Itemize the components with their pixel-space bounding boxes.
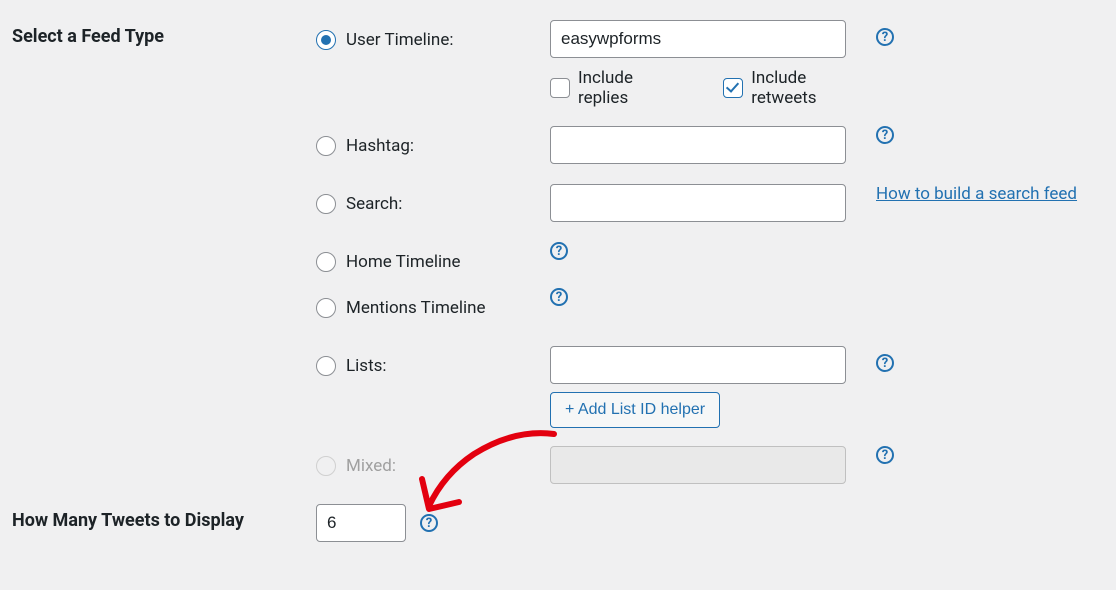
feed-type-section-label: Select a Feed Type bbox=[12, 20, 316, 47]
help-icon[interactable]: ? bbox=[876, 446, 894, 464]
help-icon[interactable]: ? bbox=[876, 28, 894, 46]
search-label: Search: bbox=[346, 194, 402, 214]
lists-input[interactable] bbox=[550, 346, 846, 384]
lists-block: Lists: + Add List ID helper ? bbox=[316, 346, 1104, 428]
mentions-timeline-radio[interactable] bbox=[316, 298, 336, 318]
home-timeline-label: Home Timeline bbox=[346, 252, 461, 272]
add-list-id-helper-button[interactable]: + Add List ID helper bbox=[550, 392, 720, 428]
help-icon[interactable]: ? bbox=[550, 242, 568, 260]
search-radio[interactable] bbox=[316, 194, 336, 214]
tweet-count-section-label: How Many Tweets to Display bbox=[12, 504, 316, 531]
help-icon[interactable]: ? bbox=[550, 288, 568, 306]
home-timeline-radio[interactable] bbox=[316, 252, 336, 272]
include-retweets-label: Include retweets bbox=[751, 68, 860, 108]
include-replies-label: Include replies bbox=[578, 68, 673, 108]
mixed-input bbox=[550, 446, 846, 484]
user-timeline-block: User Timeline: Include replies Include r… bbox=[316, 20, 1104, 108]
tweet-count-row: How Many Tweets to Display ? bbox=[12, 504, 1104, 542]
help-icon[interactable]: ? bbox=[876, 126, 894, 144]
mixed-radio bbox=[316, 456, 336, 476]
include-retweets-checkbox[interactable] bbox=[723, 78, 743, 98]
hashtag-block: Hashtag: ? bbox=[316, 126, 1104, 166]
mixed-block: Mixed: ? bbox=[316, 446, 1104, 486]
feed-type-options: User Timeline: Include replies Include r… bbox=[316, 20, 1104, 486]
user-timeline-radio[interactable] bbox=[316, 30, 336, 50]
mentions-timeline-block: Mentions Timeline ? bbox=[316, 288, 1104, 328]
search-input[interactable] bbox=[550, 184, 846, 222]
search-help-link[interactable]: How to build a search feed bbox=[876, 184, 1077, 204]
help-icon[interactable]: ? bbox=[876, 354, 894, 372]
feed-type-row: Select a Feed Type User Timeline: Includ… bbox=[12, 20, 1104, 486]
lists-radio[interactable] bbox=[316, 356, 336, 376]
mixed-label: Mixed: bbox=[346, 456, 396, 476]
hashtag-input[interactable] bbox=[550, 126, 846, 164]
tweet-count-input[interactable] bbox=[316, 504, 406, 542]
search-block: Search: How to build a search feed bbox=[316, 184, 1104, 224]
home-timeline-block: Home Timeline ? bbox=[316, 242, 1104, 282]
hashtag-label: Hashtag: bbox=[346, 136, 414, 156]
user-timeline-label: User Timeline: bbox=[346, 30, 453, 50]
user-timeline-input[interactable] bbox=[550, 20, 846, 58]
hashtag-radio[interactable] bbox=[316, 136, 336, 156]
lists-label: Lists: bbox=[346, 356, 387, 376]
include-replies-checkbox[interactable] bbox=[550, 78, 570, 98]
mentions-timeline-label: Mentions Timeline bbox=[346, 298, 486, 318]
help-icon[interactable]: ? bbox=[420, 514, 438, 532]
